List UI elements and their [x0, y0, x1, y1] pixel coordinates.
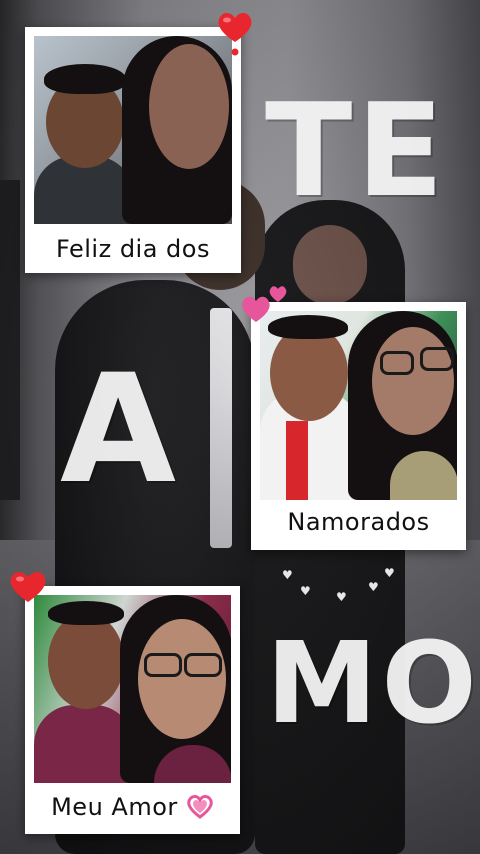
- polaroid-middle: Namorados: [251, 302, 466, 550]
- polaroid-top: Feliz dia dos: [25, 27, 241, 273]
- red-heart-icon: [218, 12, 252, 56]
- glasses-right-lens: [184, 653, 222, 677]
- caption-bottom-text: Meu Amor: [51, 793, 178, 821]
- woman-face: [372, 327, 454, 435]
- glasses-left-lens: [380, 351, 414, 375]
- pink-two-hearts-icon: [242, 286, 287, 322]
- sparkle-heart-icon: ♥: [282, 568, 293, 582]
- glasses-left-lens: [144, 653, 182, 677]
- sparkle-heart-icon: ♥: [300, 584, 311, 598]
- couple-photo-top: [34, 36, 232, 224]
- sparkle-heart-icon: ♥: [368, 580, 379, 594]
- man-shirt: [34, 705, 134, 783]
- couple-photo-bottom: [34, 595, 231, 783]
- sparkle-heart-icon: ♥: [384, 566, 395, 580]
- man-hair: [48, 601, 124, 625]
- word-te: TE: [265, 77, 448, 226]
- red-heart-icon: [10, 571, 46, 602]
- word-mo: MO: [266, 619, 480, 749]
- word-a: A: [60, 343, 181, 517]
- man-face: [270, 325, 348, 421]
- red-tie: [286, 421, 308, 500]
- polaroid-bottom: Meu Amor: [25, 586, 240, 834]
- woman-face: [149, 44, 229, 169]
- caption-bottom: Meu Amor: [25, 792, 240, 821]
- pink-heart-icon: [187, 795, 213, 819]
- caption-top: Feliz dia dos: [56, 235, 210, 263]
- sparkle-heart-icon: ♥: [336, 590, 347, 604]
- woman-face: [138, 619, 226, 739]
- caption-middle: Namorados: [287, 508, 430, 536]
- glasses-right-lens: [420, 347, 454, 371]
- couple-photo-middle: [260, 311, 457, 500]
- man-hair: [44, 64, 126, 94]
- man-face: [48, 613, 124, 709]
